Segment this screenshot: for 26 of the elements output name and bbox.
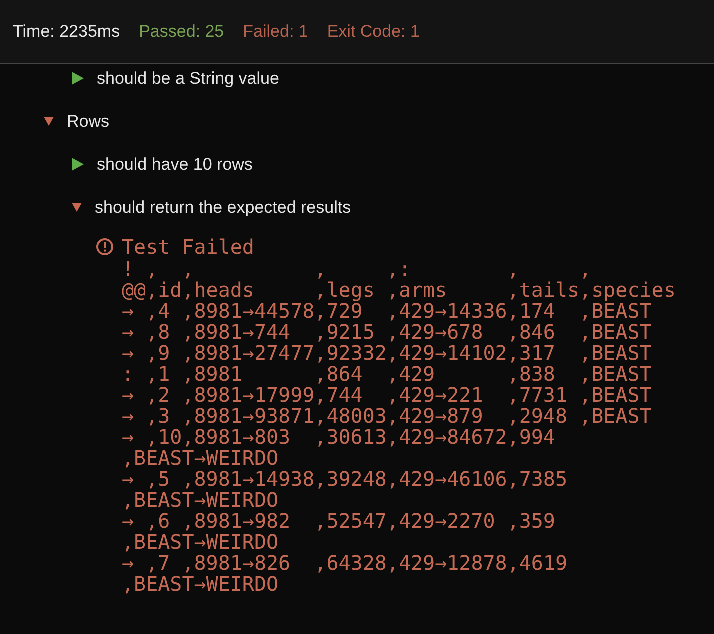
diff-line: ! , , , ,: , , xyxy=(121,259,593,280)
error-title: Test Failed xyxy=(122,236,254,258)
test-name[interactable]: should have 10 rows xyxy=(97,154,253,174)
status-text: Passed: 25 xyxy=(139,22,224,42)
diff-line: → ,5 ,8981→14938,39248,429→46106,7385 ,BEAST→WEIRDO xyxy=(121,469,569,511)
diff-line: → ,2 ,8981→17999,744 ,429→221 ,7731 ,BEAST xyxy=(121,385,653,406)
diff-line: → ,9 ,8981→27477,92332,429→14102,317 ,BEAST xyxy=(121,343,653,364)
status-text: Time: 2235ms xyxy=(13,22,120,42)
diff-line: → ,7 ,8981→826 ,64328,429→12878,4619 ,BEAST→WEIRDO xyxy=(121,553,569,595)
diff-line: → ,8 ,8981→744 ,9215 ,429→678 ,846 ,BEAST xyxy=(121,322,653,343)
diff-line: → ,4 ,8981→44578,729 ,429→14336,174 ,BEAST xyxy=(121,301,652,322)
diff-line: → ,6 ,8981→982 ,52547,429→2270 ,359 ,BEAST→WEIRDO xyxy=(121,511,556,553)
diff-line: : ,1 ,8981 ,864 ,429 ,838 ,BEAST xyxy=(121,364,653,385)
diff-line: → ,10,8981→803 ,30613,429→84672,994 ,BEAST→WEIRDO xyxy=(121,427,556,469)
status-text: Exit Code: 1 xyxy=(327,22,420,42)
diff-line: @@,id,heads ,legs ,arms ,tails,species xyxy=(121,280,677,301)
test-name[interactable]: should return the expected results xyxy=(95,198,352,218)
status-text: Failed: 1 xyxy=(243,22,308,42)
caret-right-icon[interactable] xyxy=(72,158,84,171)
test-name[interactable]: Rows xyxy=(67,112,110,132)
caret-right-icon[interactable] xyxy=(72,72,84,85)
test-name[interactable]: should be a String value xyxy=(97,68,280,88)
error-icon xyxy=(96,238,114,256)
diff-line: → ,3 ,8981→93871,48003,429→879 ,2948 ,BEAST xyxy=(121,406,653,427)
caret-down-icon[interactable] xyxy=(72,203,82,212)
caret-down-icon[interactable] xyxy=(44,117,54,126)
